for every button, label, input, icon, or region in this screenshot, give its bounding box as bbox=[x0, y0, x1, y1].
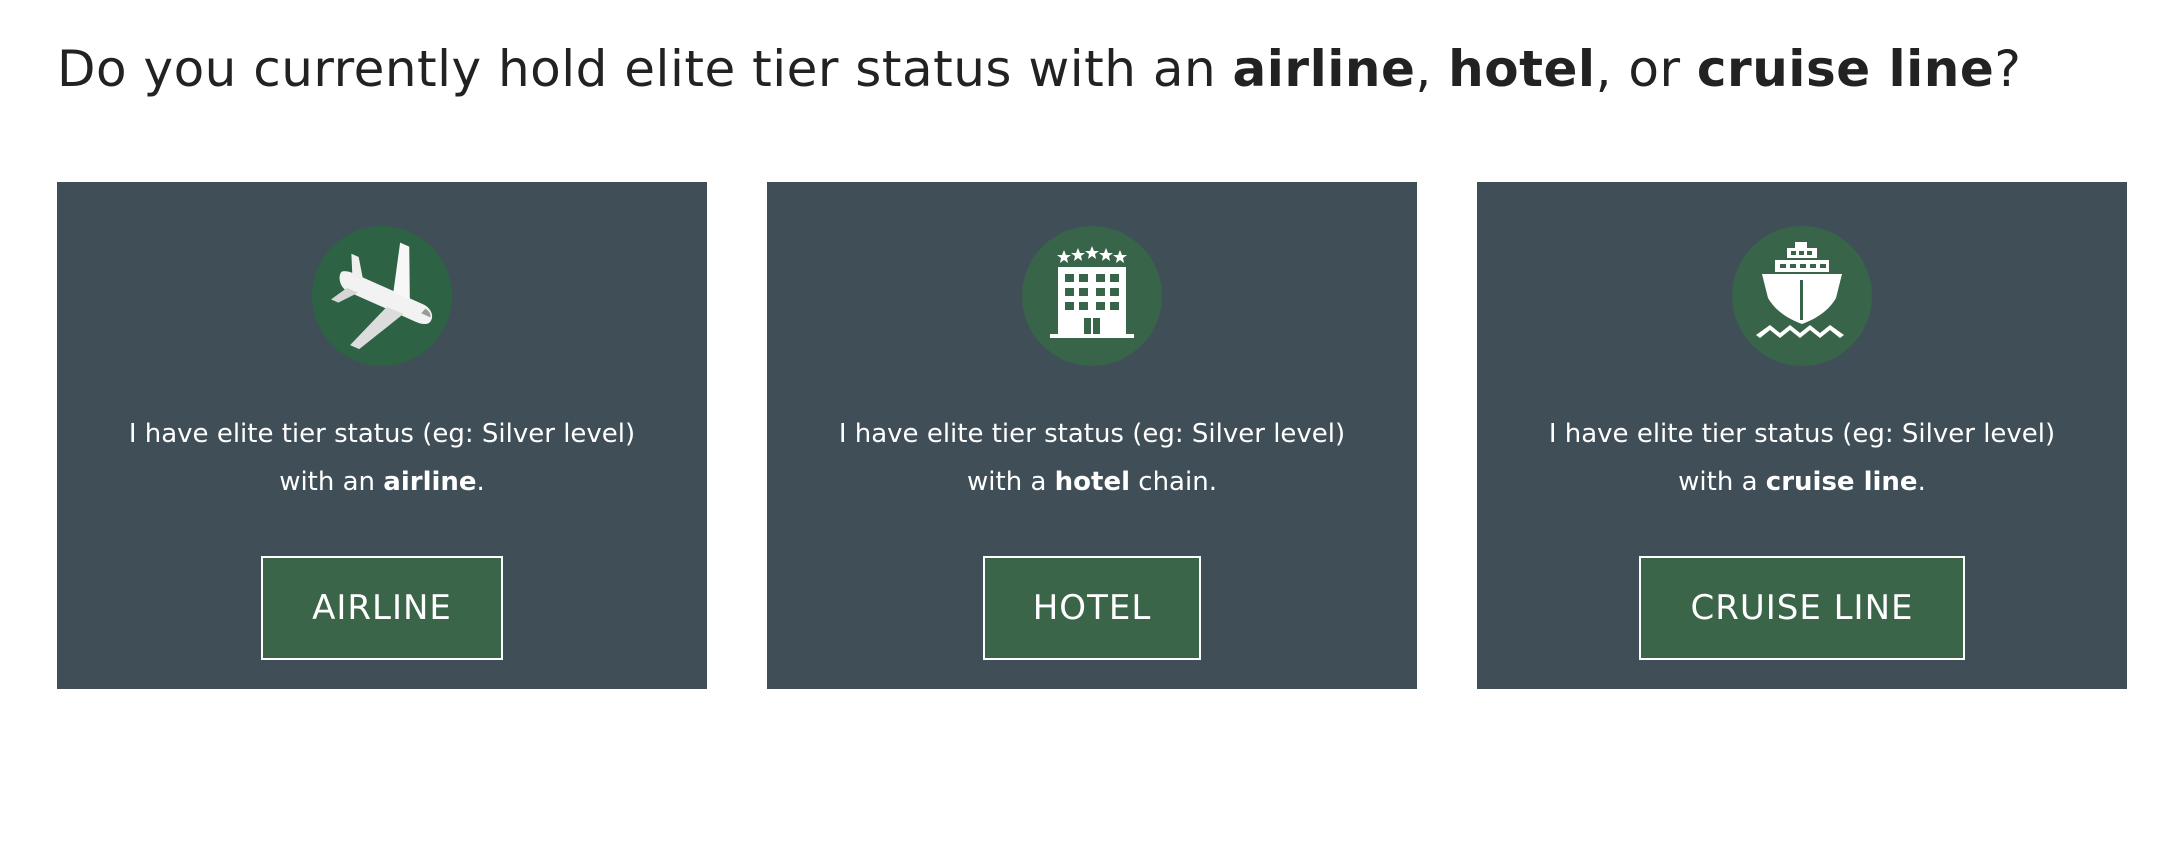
hotel-description: I have elite tier status (eg: Silver lev… bbox=[767, 410, 1417, 506]
question-heading: Do you currently hold elite tier status … bbox=[57, 40, 2021, 98]
cruise-line-description-line1: I have elite tier status (eg: Silver lev… bbox=[1548, 419, 2056, 449]
hotel-building-icon bbox=[1022, 226, 1162, 366]
airline-description-bold: airline bbox=[383, 467, 477, 497]
cruise-line-description-pre: with a bbox=[1678, 467, 1766, 497]
airline-description: I have elite tier status (eg: Silver lev… bbox=[57, 410, 707, 506]
airline-card: I have elite tier status (eg: Silver lev… bbox=[57, 182, 707, 689]
hotel-description-line1: I have elite tier status (eg: Silver lev… bbox=[838, 419, 1346, 449]
hotel-button[interactable]: HOTEL bbox=[983, 556, 1201, 660]
cruise-line-description: I have elite tier status (eg: Silver lev… bbox=[1477, 410, 2127, 506]
question-separator-2: , or bbox=[1595, 40, 1697, 98]
airline-description-line1: I have elite tier status (eg: Silver lev… bbox=[128, 419, 636, 449]
cruise-line-description-post: . bbox=[1917, 467, 1926, 497]
airline-description-pre: with an bbox=[279, 467, 384, 497]
hotel-description-pre: with a bbox=[967, 467, 1055, 497]
question-hotel: hotel bbox=[1448, 40, 1596, 98]
airplane-icon bbox=[312, 226, 452, 366]
cruise-ship-icon bbox=[1732, 226, 1872, 366]
cruise-line-card: I have elite tier status (eg: Silver lev… bbox=[1477, 182, 2127, 689]
airline-description-post: . bbox=[476, 467, 485, 497]
question-cruise-line: cruise line bbox=[1696, 40, 1995, 98]
question-prefix: Do you currently hold elite tier status … bbox=[57, 40, 1233, 98]
cruise-line-description-bold: cruise line bbox=[1765, 467, 1918, 497]
question-separator-1: , bbox=[1415, 40, 1449, 98]
hotel-description-bold: hotel bbox=[1054, 467, 1131, 497]
airline-description-line2: with an airline. bbox=[57, 458, 707, 506]
cruise-line-button[interactable]: CRUISE LINE bbox=[1639, 556, 1965, 660]
question-suffix: ? bbox=[1994, 40, 2022, 98]
airline-button[interactable]: AIRLINE bbox=[261, 556, 503, 660]
hotel-description-post: chain. bbox=[1130, 467, 1217, 497]
hotel-card: I have elite tier status (eg: Silver lev… bbox=[767, 182, 1417, 689]
cruise-line-description-line2: with a cruise line. bbox=[1477, 458, 2127, 506]
hotel-description-line2: with a hotel chain. bbox=[767, 458, 1417, 506]
question-airline: airline bbox=[1232, 40, 1416, 98]
